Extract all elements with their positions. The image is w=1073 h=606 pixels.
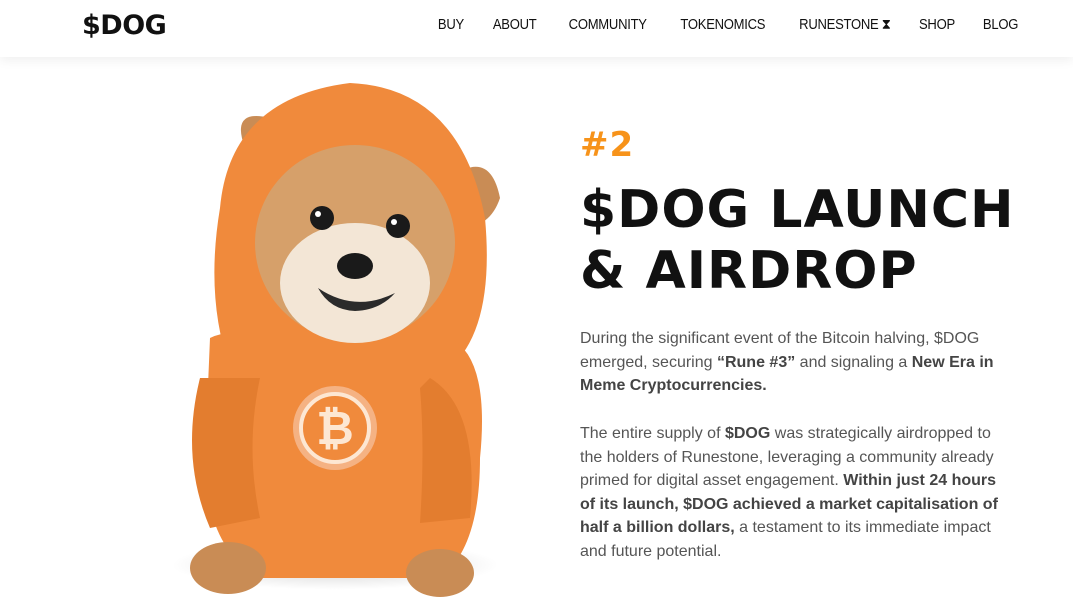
section-title-line-1: $DOG LAUNCH xyxy=(580,180,1015,240)
nav-blog[interactable]: BLOG xyxy=(983,17,1018,33)
nav-community[interactable]: COMMUNITY xyxy=(569,17,647,33)
nav-runestone[interactable]: RUNESTONE ⧗ xyxy=(799,17,891,33)
nav-buy[interactable]: BUY xyxy=(438,17,464,33)
dog-in-hoodie-image: ₿ xyxy=(190,83,500,597)
bold-text: $DOG xyxy=(724,425,771,442)
airdrop-paragraph: The entire supply of $DOG was strategica… xyxy=(580,422,1000,563)
main-nav: BUY ABOUT COMMUNITY TOKENOMICS RUNESTONE… xyxy=(435,17,1018,33)
nav-about[interactable]: ABOUT xyxy=(493,17,537,33)
nav-shop[interactable]: SHOP xyxy=(919,17,955,33)
bold-text: “Rune #3” xyxy=(716,353,796,371)
site-logo[interactable]: $DOG xyxy=(82,10,167,41)
svg-text:₿: ₿ xyxy=(316,401,354,455)
top-navigation-bar: $DOG BUY ABOUT COMMUNITY TOKENOMICS RUNE… xyxy=(0,0,1073,57)
section-title-line-2: & AIRDROP xyxy=(580,241,918,301)
nav-tokenomics[interactable]: TOKENOMICS xyxy=(681,17,766,33)
section-number: #2 xyxy=(580,125,635,165)
text: The entire supply of xyxy=(580,425,725,442)
intro-paragraph: During the significant event of the Bitc… xyxy=(580,327,1000,398)
section-title: $DOG LAUNCH & AIRDROP xyxy=(580,180,1015,302)
text: and signaling a xyxy=(795,353,912,371)
